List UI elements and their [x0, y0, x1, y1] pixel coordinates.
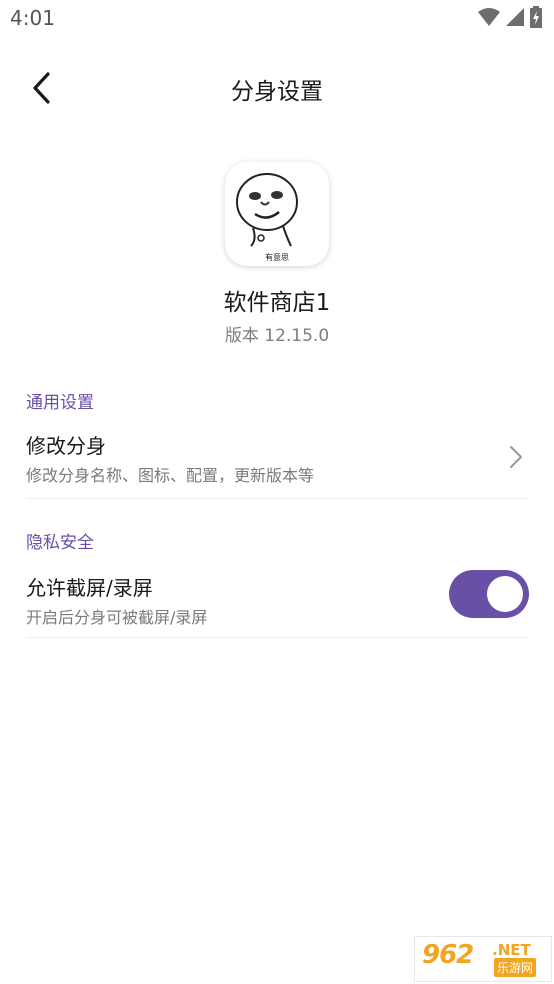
- wifi-icon: [478, 7, 500, 31]
- modify-clone-title: 修改分身: [26, 434, 106, 458]
- app-header: 分身设置: [0, 60, 554, 116]
- app-icon: 有意思: [225, 162, 329, 266]
- divider: [26, 498, 528, 499]
- status-bar: 4:01: [0, 0, 554, 38]
- divider: [26, 637, 528, 638]
- modify-clone-row[interactable]: 修改分身 修改分身名称、图标、配置，更新版本等: [26, 420, 528, 498]
- app-version: 版本 12.15.0: [224, 326, 330, 346]
- section-label-general: 通用设置: [26, 393, 94, 413]
- screen-capture-subtitle: 开启后分身可被截屏/录屏: [26, 608, 208, 627]
- modify-clone-subtitle: 修改分身名称、图标、配置，更新版本等: [26, 466, 315, 485]
- watermark-logo: 962 .NET 乐游网: [414, 936, 552, 982]
- toggle-knob: [487, 576, 523, 612]
- section-label-privacy: 隐私安全: [26, 533, 94, 553]
- screen-capture-toggle[interactable]: [449, 570, 529, 618]
- watermark-cn: 乐游网: [494, 958, 537, 977]
- screen-capture-title: 允许截屏/录屏: [26, 576, 153, 600]
- signal-icon: [506, 7, 524, 31]
- page-title: 分身设置: [231, 79, 323, 105]
- chevron-right-icon: [510, 446, 522, 468]
- watermark-number: 962: [422, 940, 474, 970]
- screen-capture-row: 允许截屏/录屏 开启后分身可被截屏/录屏: [26, 562, 529, 640]
- app-name: 软件商店1: [223, 290, 331, 316]
- battery-icon: [530, 6, 542, 32]
- status-time: 4:01: [10, 6, 55, 30]
- icon-caption: 有意思: [265, 252, 289, 262]
- status-icons: [478, 6, 542, 32]
- watermark-domain: .NET: [492, 941, 531, 959]
